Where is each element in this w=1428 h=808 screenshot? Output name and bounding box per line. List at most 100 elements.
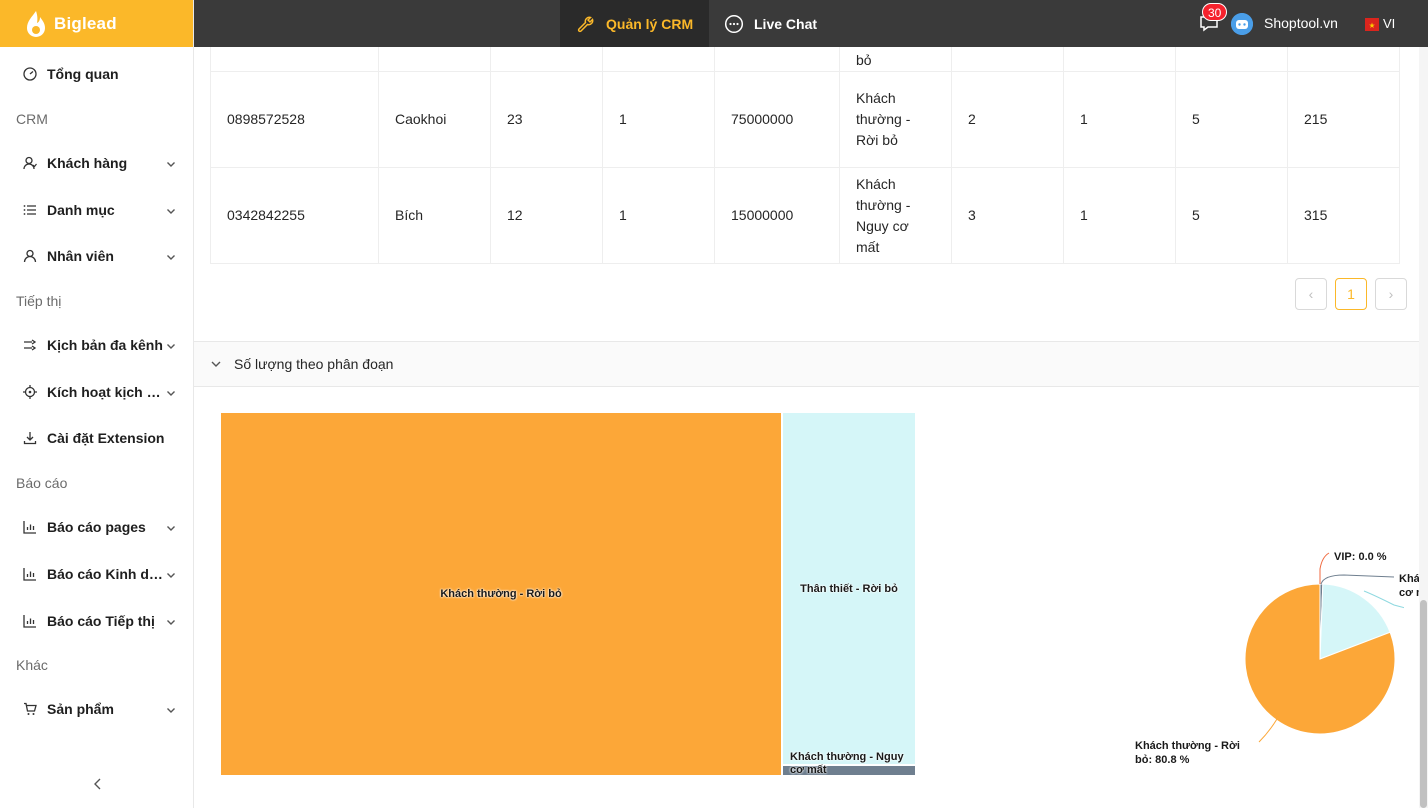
table-row: bỏ: [210, 47, 1400, 72]
top-header: Quản lý CRM Live Chat 30 Shoptool.vn VI: [194, 0, 1428, 47]
sidebar-item-label: Báo cáo Tiếp thị: [47, 612, 155, 629]
pie-label: VIP: 0.0 %: [1334, 551, 1387, 563]
table-cell: 1: [602, 167, 715, 264]
table-cell: 23: [490, 71, 603, 168]
sidebar-item-bao-cao-kinh-doanh[interactable]: Báo cáo Kinh doanh: [0, 551, 193, 598]
sidebar-nav: Tổng quan CRM Khách hàng Danh mục Nhân viên T…: [0, 47, 193, 733]
sidebar-item-san-pham[interactable]: Sản phẩm: [0, 686, 193, 733]
chevron-down-icon: [165, 250, 177, 262]
table-cell: [1175, 47, 1288, 72]
sidebar-group-label: Khác: [16, 656, 48, 673]
wrench-icon: [576, 14, 596, 34]
pie-leader-line: [1258, 718, 1278, 743]
table-cell: Caokhoi: [378, 71, 491, 168]
sidebar-item-label: Sản phẩm: [47, 701, 114, 718]
chevron-down-icon: [211, 361, 221, 367]
logo-text: Biglead: [54, 13, 117, 33]
sidebar-item-cai-dat-extension[interactable]: Cài đặt Extension: [0, 415, 193, 462]
shop-name[interactable]: Shoptool.vn: [1264, 15, 1338, 31]
table-cell: 75000000: [714, 71, 840, 168]
tab-live-chat[interactable]: Live Chat: [708, 0, 833, 47]
table-cell: 315: [1287, 167, 1400, 264]
logo-bar[interactable]: Biglead: [0, 0, 193, 47]
bar-chart-icon: [22, 566, 38, 582]
sidebar-item-kich-hoat-kich-ban[interactable]: Kích hoạt kịch bản: [0, 368, 193, 415]
pagination-prev-button[interactable]: ‹: [1295, 278, 1327, 310]
sidebar-item-nhan-vien[interactable]: Nhân viên: [0, 233, 193, 280]
sidebar-group-label: Báo cáo: [16, 474, 68, 491]
treemap-label: Thân thiết - Rời bỏ: [800, 582, 898, 595]
chevron-down-icon: [165, 703, 177, 715]
notification-badge: 30: [1202, 3, 1228, 21]
scrollbar-thumb[interactable]: [1420, 600, 1427, 808]
table-cell: 15000000: [714, 167, 840, 264]
tab-label: Quản lý CRM: [606, 15, 694, 32]
sidebar-collapse-button[interactable]: [88, 774, 108, 794]
chevron-left-icon: [94, 778, 101, 790]
language-selector[interactable]: VI: [1383, 16, 1395, 31]
chevron-down-icon: [165, 339, 177, 351]
table-cell: 5: [1175, 71, 1288, 168]
chevron-down-icon: [165, 204, 177, 216]
main-content: bỏ 0898572528 Caokhoi 23 1 75000000 Khách thườ…: [194, 47, 1419, 808]
flow-icon: [22, 337, 38, 353]
chat-bubble-icon: [724, 14, 744, 34]
pie-leader-line: [1320, 574, 1395, 585]
target-icon: [22, 384, 38, 400]
cart-icon: [22, 701, 38, 717]
list-icon: [22, 202, 38, 218]
table-cell: 1: [602, 71, 715, 168]
treemap-cell[interactable]: Khách thường - Nguy cơ mất: [782, 751, 916, 776]
table-cell: [210, 47, 379, 72]
tab-label: Live Chat: [754, 15, 818, 32]
segment-pie-chart: VIP: 0.0 % Khách thường - Nguy cơ mất: 0.…: [924, 487, 1419, 787]
sidebar-item-label: Báo cáo pages: [47, 519, 146, 536]
pagination-next-button[interactable]: ›: [1375, 278, 1407, 310]
sidebar-group-label: CRM: [16, 110, 48, 127]
sidebar-item-label: Kịch bản đa kênh: [47, 337, 163, 354]
segment-treemap: Khách thường - Rời bỏ Thân thiết - Rời bỏ…: [220, 412, 916, 776]
pagination-page-1[interactable]: 1: [1335, 278, 1367, 310]
sidebar-item-label: Khách hàng: [47, 155, 128, 172]
download-icon: [22, 430, 38, 446]
bar-chart-icon: [22, 519, 38, 535]
sidebar: Biglead Tổng quan CRM Khách hàng Danh mục Nh…: [0, 0, 194, 808]
tab-quan-ly-crm[interactable]: Quản lý CRM: [560, 0, 710, 47]
chevron-down-icon: [165, 521, 177, 533]
sidebar-item-label: Báo cáo Kinh doanh: [47, 565, 165, 582]
table-cell: Khách thường - Nguy cơ mất: [839, 167, 952, 264]
table-cell: bỏ: [839, 47, 952, 72]
sidebar-item-khach-hang[interactable]: Khách hàng: [0, 140, 193, 187]
table-cell: 0342842255: [210, 167, 379, 264]
segment-section-header[interactable]: Số lượng theo phân đoạn: [194, 341, 1419, 387]
section-title: Số lượng theo phân đoạn: [234, 356, 394, 372]
table-cell: [490, 47, 603, 72]
table-cell: [602, 47, 715, 72]
table-cell: Khách thường - Rời bỏ: [839, 71, 952, 168]
sidebar-item-label: Tổng quan: [47, 66, 119, 83]
table-cell: [378, 47, 491, 72]
table-cell: 3: [951, 167, 1064, 264]
table-cell: Bích: [378, 167, 491, 264]
table-cell: 12: [490, 167, 603, 264]
table-row: 0342842255 Bích 12 1 15000000 Khách thường - …: [210, 167, 1400, 264]
treemap-cell[interactable]: Thân thiết - Rời bỏ: [782, 412, 916, 765]
bar-chart-icon: [22, 613, 38, 629]
sidebar-item-label: Cài đặt Extension: [47, 430, 165, 447]
sidebar-item-label: Nhân viên: [47, 248, 114, 265]
sidebar-item-danh-muc[interactable]: Danh mục: [0, 186, 193, 233]
customer-table: bỏ 0898572528 Caokhoi 23 1 75000000 Khách thườ…: [210, 47, 1400, 264]
table-cell: 5: [1175, 167, 1288, 264]
sidebar-item-kich-ban-da-kenh[interactable]: Kịch bản đa kênh: [0, 322, 193, 369]
sidebar-item-bao-cao-tiep-thi[interactable]: Báo cáo Tiếp thị: [0, 597, 193, 644]
sidebar-item-bao-cao-pages[interactable]: Báo cáo pages: [0, 504, 193, 551]
chevron-down-icon: [165, 615, 177, 627]
sidebar-item-tong-quan[interactable]: Tổng quan: [0, 51, 193, 98]
table-cell: 1: [1063, 167, 1176, 264]
treemap-cell[interactable]: Khách thường - Rời bỏ: [220, 412, 782, 776]
avatar[interactable]: [1231, 13, 1253, 35]
chevron-down-icon: [165, 386, 177, 398]
table-row: 0898572528 Caokhoi 23 1 75000000 Khách thường…: [210, 71, 1400, 168]
sidebar-item-label: Danh mục: [47, 201, 115, 218]
table-cell: [1287, 47, 1400, 72]
